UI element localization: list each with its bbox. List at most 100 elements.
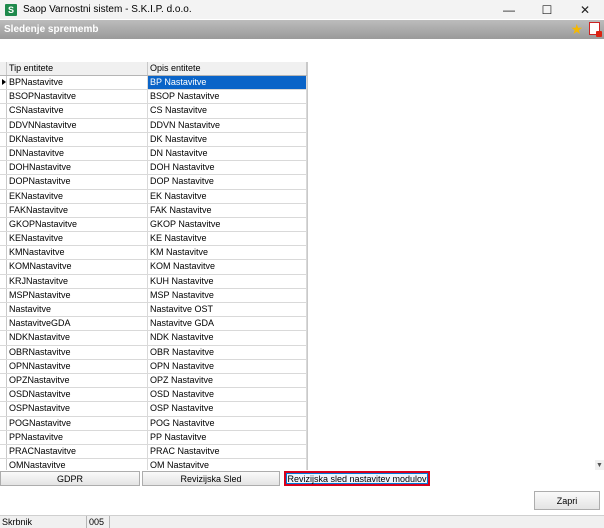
cell-tip-entitete[interactable]: OBRNastavitve <box>7 345 148 359</box>
cell-opis-entitete[interactable]: KOM Nastavitve <box>148 260 307 274</box>
cell-tip-entitete[interactable]: OPNNastavitve <box>7 359 148 373</box>
table-row[interactable]: KOMNastavitve KOM Nastavitve <box>0 260 307 275</box>
app-icon: S <box>5 3 17 16</box>
cell-opis-entitete[interactable]: OM Nastavitve <box>148 459 307 470</box>
table-row[interactable]: KENastavitve KE Nastavitve <box>0 232 307 247</box>
cell-opis-entitete[interactable]: OSD Nastavitve <box>148 388 307 402</box>
cell-tip-entitete[interactable]: Nastavitve <box>7 303 148 317</box>
cell-opis-entitete[interactable]: EK Nastavitve <box>148 189 307 203</box>
cell-tip-entitete[interactable]: DOPNastavitve <box>7 175 148 189</box>
cell-opis-entitete[interactable]: KE Nastavitve <box>148 232 307 246</box>
cell-opis-entitete[interactable]: DOH Nastavitve <box>148 161 307 175</box>
row-indicator <box>0 203 7 217</box>
revizijska-sled-modulov-button[interactable]: Revizijska sled nastavitev modulov <box>284 471 430 486</box>
cell-tip-entitete[interactable]: KMNastavitve <box>7 246 148 260</box>
cell-tip-entitete[interactable]: PPNastavitve <box>7 430 148 444</box>
cell-tip-entitete[interactable]: BSOPNastavitve <box>7 90 148 104</box>
cell-opis-entitete[interactable]: KM Nastavitve <box>148 246 307 260</box>
cell-tip-entitete[interactable]: POGNastavitve <box>7 416 148 430</box>
table-row[interactable]: OSDNastavitve OSD Nastavitve <box>0 388 307 403</box>
table-row[interactable]: NastavitveGDA Nastavitve GDA <box>0 317 307 332</box>
revizijska-sled-button[interactable]: Revizijska Sled <box>142 471 280 486</box>
cell-opis-entitete[interactable]: MSP Nastavitve <box>148 288 307 302</box>
cell-tip-entitete[interactable]: OPZNastavitve <box>7 373 148 388</box>
table-row[interactable]: DDVNNastavitve DDVN Nastavitve <box>0 118 307 133</box>
cell-tip-entitete[interactable]: PRACNastavitve <box>7 444 148 459</box>
cell-tip-entitete[interactable]: DKNastavitve <box>7 132 148 146</box>
table-row[interactable]: POGNastavitve POG Nastavitve <box>0 416 307 431</box>
cell-tip-entitete[interactable]: EKNastavitve <box>7 189 148 203</box>
table-row[interactable]: PRACNastavitve PRAC Nastavitve <box>0 444 307 460</box>
cell-tip-entitete[interactable]: DOHNastavitve <box>7 161 148 175</box>
entity-grid[interactable]: Tip entitete Opis entitete BPNastavitve B… <box>0 62 308 470</box>
cell-tip-entitete[interactable]: GKOPNastavitve <box>7 217 148 232</box>
cell-opis-entitete[interactable]: DN Nastavitve <box>148 146 307 161</box>
table-row[interactable]: OSPNastavitve OSP Nastavitve <box>0 402 307 417</box>
table-row[interactable]: Nastavitve Nastavitve OST <box>0 303 307 318</box>
table-row[interactable]: OPNNastavitve OPN Nastavitve <box>0 359 307 374</box>
table-row[interactable]: DOHNastavitve DOH Nastavitve <box>0 161 307 176</box>
cell-tip-entitete[interactable]: BPNastavitve <box>7 76 148 90</box>
cell-opis-entitete[interactable]: Nastavitve OST <box>148 303 307 317</box>
cell-opis-entitete[interactable]: BP Nastavitve <box>148 76 307 90</box>
minimize-button[interactable]: — <box>490 0 528 19</box>
table-row[interactable]: PPNastavitve PP Nastavitve <box>0 430 307 445</box>
zapri-button[interactable]: Zapri <box>534 491 600 510</box>
table-row[interactable]: OMNastavitve OM Nastavitve <box>0 459 307 470</box>
cell-opis-entitete[interactable]: BSOP Nastavitve <box>148 90 307 104</box>
cell-opis-entitete[interactable]: GKOP Nastavitve <box>148 217 307 232</box>
cell-tip-entitete[interactable]: DDVNNastavitve <box>7 118 148 132</box>
star-icon[interactable]: ★ <box>570 22 583 36</box>
cell-tip-entitete[interactable]: CSNastavitve <box>7 104 148 118</box>
table-row[interactable]: BSOPNastavitve BSOP Nastavitve <box>0 90 307 105</box>
cell-tip-entitete[interactable]: KRJNastavitve <box>7 274 148 288</box>
table-row[interactable]: OPZNastavitve OPZ Nastavitve <box>0 373 307 389</box>
cell-tip-entitete[interactable]: OSDNastavitve <box>7 388 148 402</box>
table-row[interactable]: CSNastavitve CS Nastavitve <box>0 104 307 119</box>
table-row[interactable]: MSPNastavitve MSP Nastavitve <box>0 288 307 303</box>
cell-tip-entitete[interactable]: KENastavitve <box>7 232 148 246</box>
cell-opis-entitete[interactable]: DK Nastavitve <box>148 132 307 146</box>
table-row[interactable]: DNNastavitve DN Nastavitve <box>0 146 307 162</box>
gdpr-button[interactable]: GDPR <box>0 471 140 486</box>
cell-tip-entitete[interactable]: NDKNastavitve <box>7 331 148 345</box>
cell-opis-entitete[interactable]: DDVN Nastavitve <box>148 118 307 132</box>
table-row[interactable]: NDKNastavitve NDK Nastavitve <box>0 331 307 346</box>
cell-opis-entitete[interactable]: DOP Nastavitve <box>148 175 307 189</box>
cell-tip-entitete[interactable]: NastavitveGDA <box>7 317 148 331</box>
table-row[interactable]: KMNastavitve KM Nastavitve <box>0 246 307 261</box>
cell-tip-entitete[interactable]: MSPNastavitve <box>7 288 148 302</box>
table-row[interactable]: GKOPNastavitve GKOP Nastavitve <box>0 217 307 233</box>
cell-opis-entitete[interactable]: CS Nastavitve <box>148 104 307 118</box>
cell-opis-entitete[interactable]: OPN Nastavitve <box>148 359 307 373</box>
cell-opis-entitete[interactable]: POG Nastavitve <box>148 416 307 430</box>
window-title: Saop Varnostni sistem - S.K.I.P. d.o.o. <box>23 4 192 15</box>
cell-tip-entitete[interactable]: FAKNastavitve <box>7 203 148 217</box>
table-row[interactable]: EKNastavitve EK Nastavitve <box>0 189 307 204</box>
cell-tip-entitete[interactable]: OSPNastavitve <box>7 402 148 416</box>
column-header-tip[interactable]: Tip entitete <box>7 62 148 75</box>
cell-opis-entitete[interactable]: PRAC Nastavitve <box>148 444 307 459</box>
table-row[interactable]: KRJNastavitve KUH Nastavitve <box>0 274 307 289</box>
cell-tip-entitete[interactable]: OMNastavitve <box>7 459 148 470</box>
export-document-icon[interactable] <box>589 22 602 37</box>
table-row[interactable]: OBRNastavitve OBR Nastavitve <box>0 345 307 360</box>
cell-opis-entitete[interactable]: Nastavitve GDA <box>148 317 307 331</box>
close-button[interactable]: ✕ <box>566 0 604 19</box>
cell-opis-entitete[interactable]: OSP Nastavitve <box>148 402 307 416</box>
table-row[interactable]: DKNastavitve DK Nastavitve <box>0 132 307 147</box>
column-header-opis[interactable]: Opis entitete <box>148 62 307 75</box>
cell-opis-entitete[interactable]: OPZ Nastavitve <box>148 373 307 388</box>
cell-opis-entitete[interactable]: FAK Nastavitve <box>148 203 307 217</box>
cell-opis-entitete[interactable]: NDK Nastavitve <box>148 331 307 345</box>
cell-tip-entitete[interactable]: DNNastavitve <box>7 146 148 161</box>
maximize-button[interactable]: ☐ <box>528 0 566 19</box>
table-row[interactable]: DOPNastavitve DOP Nastavitve <box>0 175 307 190</box>
cell-opis-entitete[interactable]: PP Nastavitve <box>148 430 307 444</box>
scroll-down-arrow-icon[interactable]: ▼ <box>595 460 604 470</box>
cell-tip-entitete[interactable]: KOMNastavitve <box>7 260 148 274</box>
cell-opis-entitete[interactable]: OBR Nastavitve <box>148 345 307 359</box>
table-row[interactable]: BPNastavitve BP Nastavitve <box>0 76 307 91</box>
cell-opis-entitete[interactable]: KUH Nastavitve <box>148 274 307 288</box>
table-row[interactable]: FAKNastavitve FAK Nastavitve <box>0 203 307 218</box>
